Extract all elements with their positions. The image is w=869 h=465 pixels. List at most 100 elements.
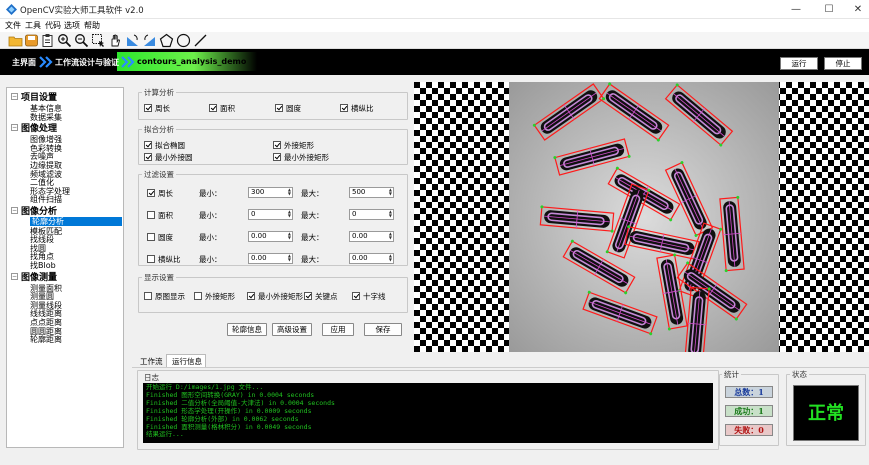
spinner-arrows-icon[interactable]: ▲ ▼ <box>389 254 392 262</box>
zoom-in-icon[interactable] <box>57 33 72 48</box>
spinner-arrows-icon[interactable]: ▲ ▼ <box>389 232 392 240</box>
hand-icon[interactable] <box>108 33 123 48</box>
calc-area-label: 面积 <box>220 104 235 113</box>
filter-max-value: 0.00 <box>352 254 368 262</box>
line-icon[interactable] <box>193 33 208 48</box>
save-icon[interactable] <box>24 33 39 48</box>
breadcrumb-workflow[interactable]: 工作流设计与验证 <box>55 57 119 68</box>
expand-toggle-icon[interactable]: − <box>11 207 18 214</box>
spinner-arrows-icon[interactable]: ▲ ▼ <box>288 254 291 262</box>
expand-toggle-icon[interactable]: − <box>11 124 18 132</box>
run-button[interactable]: 运行 <box>780 57 818 70</box>
fit-ellipse-label: 拟合椭圆 <box>155 141 185 150</box>
filter-min-value: 0.00 <box>251 254 267 262</box>
display-original-checkbox[interactable] <box>144 292 152 300</box>
save-button[interactable]: 保存 <box>364 323 402 336</box>
expand-toggle-icon[interactable]: − <box>11 93 18 100</box>
calc-roundness-checkbox[interactable] <box>275 104 283 112</box>
tab-workflow[interactable]: 工作流 <box>140 356 163 367</box>
filter-3-min-input[interactable]: 0.00 ▲ ▼ <box>248 253 293 264</box>
log-output[interactable]: 开始运行 D:/images/1.jpg 文件... Finished 图形空间转… <box>143 383 713 443</box>
filter-2-checkbox[interactable] <box>147 233 155 241</box>
filter-min-value: 0 <box>251 210 256 218</box>
function-tree <box>6 87 124 448</box>
tree-group-2[interactable]: 图像分析 <box>21 204 57 217</box>
calc-roundness-label: 圆度 <box>286 104 301 113</box>
image-view[interactable] <box>414 82 869 362</box>
rotate-left-icon[interactable] <box>125 33 140 48</box>
filter-1-max-label: 最大： <box>301 211 324 220</box>
contour-info-button[interactable]: 轮廓信息 <box>227 323 267 336</box>
display-bounding-rect-label: 外接矩形 <box>205 292 235 301</box>
close-button[interactable]: ✕ <box>841 0 869 19</box>
menu-options[interactable]: 选项 <box>64 20 80 31</box>
spinner-arrows-icon[interactable]: ▲ ▼ <box>288 232 291 240</box>
filter-3-checkbox[interactable] <box>147 255 155 263</box>
menu-code[interactable]: 代码 <box>45 20 61 31</box>
log-line: Finished 面积测量(格林积分) in 0.0049 seconds <box>146 422 312 431</box>
tab-run-info[interactable]: 运行信息 <box>172 356 202 367</box>
filter-1-checkbox[interactable] <box>147 211 155 219</box>
filter-2-min-input[interactable]: 0.00 ▲ ▼ <box>248 231 293 242</box>
display-bounding-rect-checkbox[interactable] <box>194 292 202 300</box>
display-min-rect-checkbox[interactable] <box>247 292 255 300</box>
menu-tools[interactable]: 工具 <box>25 20 41 31</box>
app-window: OpenCV实验大师工具软件 v2.0 — ☐ ✕ 文件 工具 代码 选项 帮助… <box>0 0 869 465</box>
display-keypoints-checkbox[interactable] <box>304 292 312 300</box>
filter-max-value: 0.00 <box>352 232 368 240</box>
display-settings-title: 显示设置 <box>142 272 176 283</box>
filter-0-checkbox[interactable] <box>147 189 155 197</box>
tree-group-1[interactable]: 图像处理 <box>21 121 57 134</box>
calc-aspect-checkbox[interactable] <box>340 104 348 112</box>
filter-1-min-input[interactable]: 0 ▲ ▼ <box>248 209 293 220</box>
zoom-out-icon[interactable] <box>74 33 89 48</box>
result-image <box>414 82 869 362</box>
window-title: OpenCV实验大师工具软件 v2.0 <box>20 6 144 16</box>
display-crosshair-checkbox[interactable] <box>352 292 360 300</box>
filter-max-value: 500 <box>352 188 366 196</box>
filter-0-max-input[interactable]: 500 ▲ ▼ <box>349 187 394 198</box>
expand-toggle-icon[interactable]: − <box>11 272 18 280</box>
fit-min-circle-checkbox[interactable] <box>144 153 152 161</box>
tree-group-3[interactable]: 图像测量 <box>21 270 57 283</box>
tree-group-0[interactable]: 项目设置 <box>21 90 57 103</box>
circle-icon[interactable] <box>176 33 191 48</box>
breadcrumb-home[interactable]: 主界面 <box>12 57 36 68</box>
calc-perimeter-checkbox[interactable] <box>144 104 152 112</box>
filter-1-max-input[interactable]: 0 ▲ ▼ <box>349 209 394 220</box>
calc-perimeter-label: 周长 <box>155 104 170 113</box>
filter-2-min-label: 最小： <box>199 233 222 242</box>
tree-item-3-6[interactable]: 轮廓距离 <box>30 334 62 345</box>
breadcrumb-project[interactable]: contours_analysis_demo <box>137 57 246 66</box>
spinner-arrows-icon[interactable]: ▲ ▼ <box>288 188 291 196</box>
fit-min-rect-checkbox[interactable] <box>273 153 281 161</box>
rotate-right-icon[interactable] <box>142 33 157 48</box>
spinner-arrows-icon[interactable]: ▲ ▼ <box>389 210 392 218</box>
minimize-button[interactable]: — <box>779 0 813 19</box>
filter-3-max-input[interactable]: 0.00 ▲ ▼ <box>349 253 394 264</box>
display-original-label: 原图显示 <box>155 292 185 301</box>
fit-bounding-rect-checkbox[interactable] <box>273 141 281 149</box>
spinner-arrows-icon[interactable]: ▲ ▼ <box>389 188 392 196</box>
filter-2-max-input[interactable]: 0.00 ▲ ▼ <box>349 231 394 242</box>
select-rect-icon[interactable] <box>91 33 106 48</box>
filter-3-min-label: 最小： <box>199 255 222 264</box>
polygon-icon[interactable] <box>159 33 174 48</box>
spinner-arrows-icon[interactable]: ▲ ▼ <box>288 210 291 218</box>
status-title: 状态 <box>790 369 809 380</box>
menu-bar: 文件 工具 代码 选项 帮助 <box>0 19 869 32</box>
filter-0-min-input[interactable]: 300 ▲ ▼ <box>248 187 293 198</box>
stop-button[interactable]: 停止 <box>824 57 862 70</box>
stats-title: 统计 <box>722 369 741 380</box>
fit-min-circle-label: 最小外接圆 <box>155 153 193 162</box>
advanced-settings-button[interactable]: 高级设置 <box>272 323 312 336</box>
clipboard-icon[interactable] <box>40 33 55 48</box>
apply-button[interactable]: 应用 <box>322 323 354 336</box>
menu-file[interactable]: 文件 <box>5 20 21 31</box>
calc-area-checkbox[interactable] <box>209 104 217 112</box>
filter-1-label: 面积 <box>158 211 173 220</box>
filter-0-label: 周长 <box>158 189 173 198</box>
fit-ellipse-checkbox[interactable] <box>144 141 152 149</box>
open-folder-icon[interactable] <box>8 33 23 48</box>
menu-help[interactable]: 帮助 <box>84 20 100 31</box>
